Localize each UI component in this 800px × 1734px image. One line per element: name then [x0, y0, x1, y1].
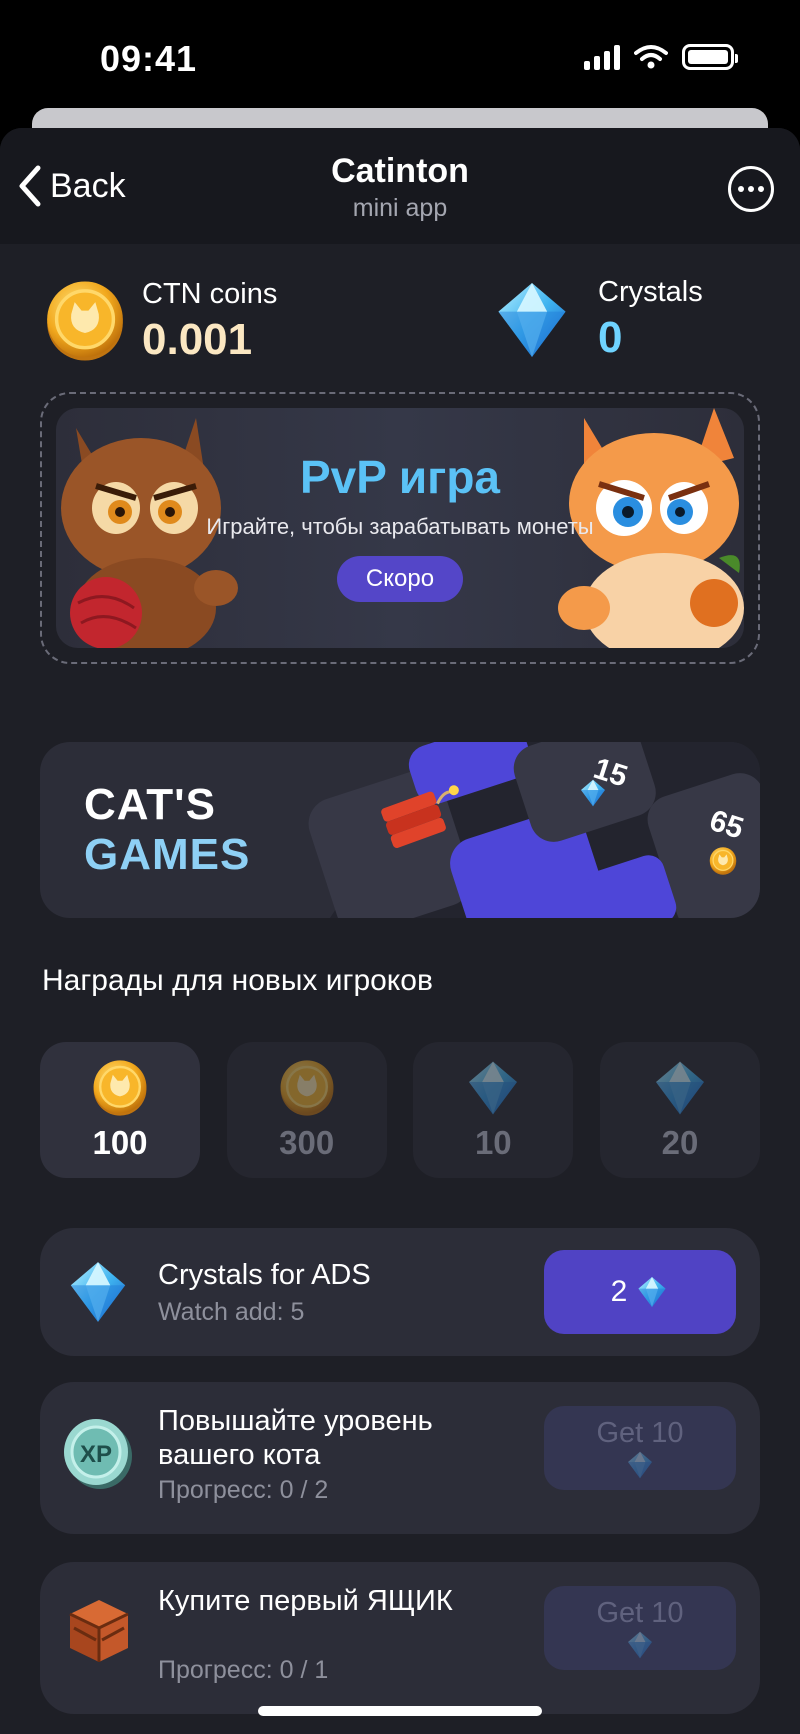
task-name: Повышайте уровень вашего кота — [158, 1405, 433, 1471]
status-bar: 09:41 — [0, 0, 800, 110]
reward-value: 20 — [661, 1124, 699, 1161]
button-label: Get 10 — [596, 1416, 684, 1449]
games-title-line1: CAT'S — [84, 780, 216, 829]
home-indicator[interactable] — [258, 1706, 542, 1716]
reward-value: 300 — [279, 1124, 335, 1161]
crystals-value: 0 — [598, 313, 623, 362]
task-progress: Watch add: 5 — [158, 1298, 305, 1326]
button-label: 2 — [610, 1275, 628, 1308]
status-icons — [584, 44, 738, 70]
games-title-line2: GAMES — [84, 830, 251, 879]
pvp-soon-button[interactable]: Скоро — [337, 556, 463, 602]
crystals-balance: Crystals 0 — [490, 276, 703, 363]
reward-tile[interactable]: 100 — [40, 1042, 200, 1178]
reward-value: 10 — [474, 1124, 512, 1161]
signal-icon — [584, 44, 620, 70]
crystals-label: Crystals — [598, 276, 703, 308]
coins-value: 0.001 — [142, 314, 253, 364]
reward-tile[interactable]: 10 — [413, 1042, 574, 1178]
app-sheet: Back Catinton mini app CTN coins 0.001 C… — [0, 128, 800, 1734]
coin-icon — [90, 1058, 150, 1118]
get-reward-button[interactable]: Get 10 — [544, 1406, 736, 1490]
crate-icon — [69, 1600, 129, 1662]
coin-icon — [277, 1058, 337, 1118]
button-label: Get 10 — [596, 1596, 684, 1629]
games-board-illustration: 15 65 — [308, 742, 760, 918]
task-name: Купите первый ЯЩИК — [158, 1585, 453, 1617]
coin-icon — [710, 847, 736, 875]
ellipsis-icon — [738, 186, 744, 192]
rewards-section-title: Награды для новых игроков — [42, 964, 433, 997]
crystal-icon — [490, 278, 574, 362]
nav-bar: Back Catinton mini app — [0, 128, 800, 244]
wifi-icon — [634, 45, 668, 69]
task-progress: Прогресс: 0 / 2 — [158, 1476, 329, 1504]
app-subtitle: mini app — [352, 194, 448, 222]
pvp-card: PvP игра Играйте, чтобы зарабатывать мон… — [56, 408, 744, 648]
pvp-banner: PvP игра Играйте, чтобы зарабатывать мон… — [40, 392, 760, 664]
crystal-icon — [650, 1058, 710, 1118]
battery-icon — [682, 44, 738, 70]
cats-games-banner[interactable]: CAT'S GAMES 15 65 — [40, 742, 760, 918]
get-reward-button[interactable]: Get 10 — [544, 1586, 736, 1670]
crystal-icon — [62, 1258, 134, 1326]
task-name: Crystals for ADS — [158, 1259, 371, 1291]
rewards-row: 100 300 10 20 — [40, 1042, 760, 1178]
task-progress: Прогресс: 0 / 1 — [158, 1656, 329, 1684]
crystal-icon — [635, 1275, 669, 1309]
pvp-title: PvP игра — [299, 451, 500, 503]
coins-label: CTN coins — [142, 277, 278, 310]
xp-coin-icon: XP — [64, 1419, 132, 1489]
coins-balance: CTN coins 0.001 — [42, 276, 277, 366]
task-card-level-up: XP Повышайте уровень вашего кота Прогрес… — [40, 1382, 760, 1534]
crystal-icon — [463, 1058, 523, 1118]
reward-value: 100 — [92, 1124, 148, 1161]
svg-text:XP: XP — [80, 1441, 112, 1468]
watch-ad-button[interactable]: 2 — [544, 1250, 736, 1334]
reward-tile[interactable]: 20 — [599, 1042, 760, 1178]
task-card-buy-crate: Купите первый ЯЩИК Прогресс: 0 / 1 Get 1… — [40, 1562, 760, 1714]
coin-icon — [42, 276, 128, 366]
reward-tile[interactable]: 300 — [226, 1042, 387, 1178]
pvp-description: Играйте, чтобы зарабатывать монеты — [206, 514, 594, 539]
crystal-icon — [625, 1630, 655, 1660]
task-card-ads: Crystals for ADS Watch add: 5 2 — [40, 1228, 760, 1356]
crystal-icon — [625, 1450, 655, 1480]
status-time: 09:41 — [100, 38, 198, 79]
app-title: Catinton — [331, 152, 469, 190]
more-options-button[interactable] — [728, 166, 774, 212]
